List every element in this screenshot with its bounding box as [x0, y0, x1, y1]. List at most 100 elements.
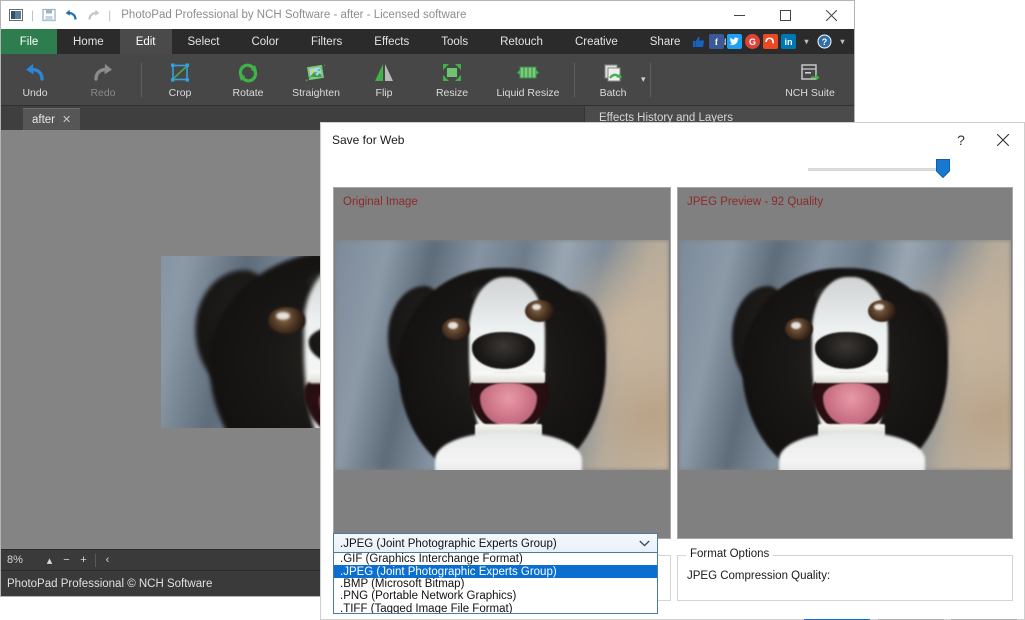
- menu-tab-creative[interactable]: Creative: [559, 29, 634, 54]
- file-format-dropdown-list[interactable]: .GIF (Graphics Interchange Format) .JPEG…: [333, 552, 658, 614]
- facebook-icon[interactable]: f: [709, 34, 724, 49]
- zoom-out-button[interactable]: −: [58, 554, 75, 566]
- toolbar-divider-3: [650, 63, 651, 97]
- zoom-collapse-button[interactable]: ‹: [99, 554, 116, 566]
- menu-tab-select[interactable]: Select: [172, 29, 236, 54]
- ribbon-menu-bar: File Home Edit Select Color Filters Effe…: [1, 29, 854, 54]
- resize-icon: [440, 61, 464, 85]
- google-plus-icon[interactable]: G: [745, 34, 760, 49]
- batch-button[interactable]: Batch: [579, 54, 647, 106]
- quick-access-toolbar: |: [1, 6, 113, 24]
- liquid-resize-button[interactable]: Liquid Resize: [486, 54, 570, 106]
- dialog-help-button[interactable]: ?: [940, 123, 982, 157]
- crop-button[interactable]: Crop: [146, 54, 214, 106]
- file-format-option-png[interactable]: .PNG (Portable Network Graphics): [334, 590, 657, 602]
- straighten-icon: [304, 61, 328, 85]
- menu-tab-tools[interactable]: Tools: [425, 29, 484, 54]
- redo-button[interactable]: Redo: [69, 54, 137, 106]
- help-circle-icon[interactable]: ?: [817, 34, 832, 49]
- undo-icon[interactable]: [62, 6, 80, 24]
- menu-tab-home[interactable]: Home: [57, 29, 120, 54]
- jpeg-preview-image: [679, 240, 1011, 470]
- status-bar-text: PhotoPad Professional © NCH Software: [7, 578, 212, 590]
- jpeg-quality-slider-thumb[interactable]: [936, 159, 950, 178]
- thumbs-up-icon[interactable]: [691, 34, 706, 49]
- liquid-resize-label: Liquid Resize: [496, 87, 559, 99]
- jpeg-preview-label: JPEG Preview - 92 Quality: [687, 196, 823, 208]
- zoom-in-button[interactable]: +: [75, 554, 92, 566]
- save-icon[interactable]: [40, 6, 58, 24]
- file-format-option-bmp[interactable]: .BMP (Microsoft Bitmap): [334, 578, 657, 590]
- liquid-resize-icon: [515, 61, 541, 85]
- app-icon[interactable]: [7, 6, 25, 24]
- batch-label: Batch: [600, 87, 627, 99]
- edit-ribbon-toolbar: Undo Redo: [1, 54, 854, 106]
- jpeg-quality-row: JPEG Compression Quality:: [687, 564, 1005, 588]
- flip-label: Flip: [376, 87, 393, 99]
- twitter-icon[interactable]: [727, 34, 742, 49]
- dialog-close-button[interactable]: [982, 123, 1024, 157]
- stumbleupon-icon[interactable]: [763, 34, 778, 49]
- menu-tab-share[interactable]: Share: [634, 29, 697, 54]
- redo-arrow-icon: [91, 61, 115, 85]
- jpeg-preview-pane: JPEG Preview - 92 Quality: [677, 187, 1013, 539]
- original-preview-label: Original Image: [343, 196, 418, 208]
- redo-label: Redo: [90, 87, 115, 99]
- undo-arrow-icon: [23, 61, 47, 85]
- flip-button[interactable]: Flip: [350, 54, 418, 106]
- rotate-icon: [236, 61, 260, 85]
- file-format-selected-value: .JPEG (Joint Photographic Experts Group): [340, 538, 557, 550]
- minimize-button[interactable]: [716, 1, 762, 29]
- original-preview-pane: Original Image: [333, 187, 671, 539]
- document-tab-after[interactable]: after ✕: [23, 108, 80, 130]
- menu-tab-color[interactable]: Color: [235, 29, 294, 54]
- menu-tab-edit[interactable]: Edit: [120, 29, 172, 54]
- dog-eye-left: [268, 308, 306, 333]
- dog-photo-original: [335, 240, 669, 470]
- dog-chest: [435, 433, 582, 470]
- chevron-down-icon[interactable]: ▾: [799, 34, 814, 49]
- undo-button[interactable]: Undo: [1, 54, 69, 106]
- screen-root: |: [0, 0, 1025, 620]
- flip-icon: [372, 61, 396, 85]
- dog-eye-right: [868, 300, 896, 322]
- close-icon[interactable]: ✕: [62, 113, 71, 126]
- zoom-preset-button[interactable]: ▴: [41, 554, 58, 567]
- file-format-option-gif[interactable]: .GIF (Graphics Interchange Format): [334, 553, 657, 565]
- chevron-down-icon[interactable]: [639, 539, 650, 549]
- jpeg-quality-slider-track[interactable]: [808, 168, 948, 171]
- file-format-combobox[interactable]: .JPEG (Joint Photographic Experts Group): [333, 533, 658, 554]
- format-options-title: Format Options: [686, 548, 773, 560]
- nch-suite-button[interactable]: NCH Suite: [772, 54, 848, 106]
- title-bar: |: [1, 1, 854, 29]
- menu-tab-retouch[interactable]: Retouch: [484, 29, 559, 54]
- dog-eye-left: [442, 318, 470, 340]
- nch-suite-label: NCH Suite: [785, 87, 835, 99]
- dialog-title: Save for Web: [332, 133, 404, 147]
- file-format-option-tiff[interactable]: .TIFF (Tagged Image File Format): [334, 603, 657, 614]
- rotate-button[interactable]: Rotate: [214, 54, 282, 106]
- batch-dropdown-caret-icon[interactable]: ▾: [641, 74, 646, 85]
- dialog-controls: ?: [940, 123, 1024, 157]
- rotate-label: Rotate: [233, 87, 264, 99]
- straighten-label: Straighten: [292, 87, 340, 99]
- dog-upper-teeth: [472, 372, 545, 382]
- crop-icon: [168, 61, 192, 85]
- toolbar-right-group: NCH Suite: [772, 54, 848, 106]
- help-dropdown-caret-icon[interactable]: ▾: [835, 34, 850, 49]
- menu-tab-file[interactable]: File: [1, 29, 57, 54]
- dog-eye-right: [525, 300, 553, 322]
- window-controls: [716, 1, 854, 29]
- close-button[interactable]: [808, 1, 854, 29]
- linkedin-icon[interactable]: in: [781, 34, 796, 49]
- dog-photo-jpeg: [679, 240, 1011, 470]
- nch-suite-icon: [798, 61, 822, 85]
- maximize-button[interactable]: [762, 1, 808, 29]
- resize-button[interactable]: Resize: [418, 54, 486, 106]
- menu-tab-filters[interactable]: Filters: [295, 29, 358, 54]
- window-title: PhotoPad Professional by NCH Software - …: [121, 9, 466, 21]
- file-format-option-jpeg[interactable]: .JPEG (Joint Photographic Experts Group): [334, 565, 657, 577]
- menu-tab-effects[interactable]: Effects: [358, 29, 425, 54]
- svg-text:?: ?: [822, 37, 828, 47]
- straighten-button[interactable]: Straighten: [282, 54, 350, 106]
